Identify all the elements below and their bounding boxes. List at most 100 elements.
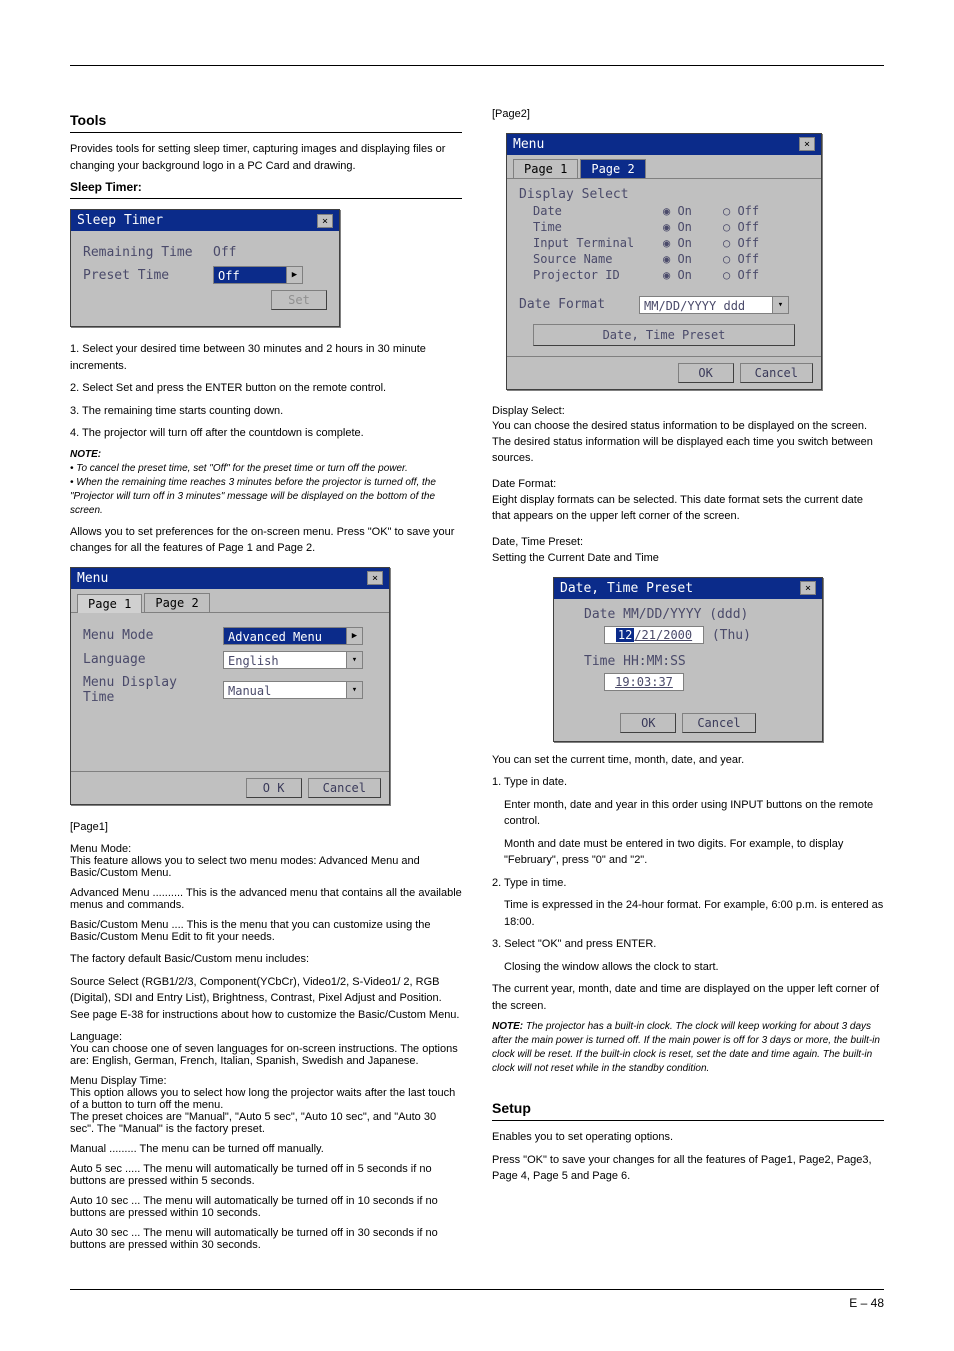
- menu-dialog-body: Menu Mode Advanced Menu ▶ Language Engli…: [71, 613, 389, 771]
- menu-mode-label: Menu Mode: [83, 628, 213, 643]
- chevron-down-icon[interactable]: ▾: [346, 652, 362, 668]
- chevron-down-icon[interactable]: ▾: [772, 297, 788, 313]
- time-input[interactable]: 19:03:37: [604, 673, 684, 691]
- chevron-right-icon[interactable]: ▶: [286, 267, 302, 283]
- sleep-dialog-titlebar: Sleep Timer ×: [71, 210, 339, 231]
- remaining-time-label: Remaining Time: [83, 245, 203, 260]
- display-select-section: Display Select: You can choose the desir…: [492, 404, 884, 468]
- radio-off[interactable]: ○ Off: [723, 268, 783, 282]
- ok-button[interactable]: OK: [678, 363, 734, 383]
- adv-menu-label: Advanced Menu ..........: [70, 887, 183, 899]
- date-month: 12: [616, 628, 634, 642]
- radio-off[interactable]: ○ Off: [723, 220, 783, 234]
- left-column: Tools Provides tools for setting sleep t…: [70, 106, 462, 1259]
- display-time-select[interactable]: Manual ▾: [223, 681, 363, 699]
- menu-tabs: Page 1 Page 2: [71, 589, 389, 613]
- dt-manual: Manual ......... The menu can be turned …: [70, 1143, 462, 1155]
- radio-off[interactable]: ○ Off: [723, 236, 783, 250]
- preset-time-row: Preset Time Off ▶: [83, 266, 327, 284]
- page-number-top: [70, 40, 884, 55]
- dtp-step-1a: 1. Type in date.: [492, 774, 884, 791]
- dtp-note-text: The projector has a built-in clock. The …: [492, 1021, 880, 1074]
- dt-manual-label: Manual .........: [70, 1143, 137, 1155]
- date-format-select[interactable]: MM/DD/YYYY ddd ▾: [639, 296, 789, 314]
- dtp-time-label: Time HH:MM:SS: [584, 654, 810, 669]
- dtp-heading: Date, Time Preset:: [492, 536, 583, 548]
- close-icon[interactable]: ×: [367, 571, 383, 585]
- ds-projid: Projector ID: [533, 268, 663, 282]
- chevron-down-icon[interactable]: ▾: [346, 682, 362, 698]
- preset-time-label: Preset Time: [83, 268, 203, 283]
- close-icon[interactable]: ×: [317, 214, 333, 228]
- menu-dialog-buttons: O K Cancel: [71, 771, 389, 804]
- tab-page1[interactable]: Page 1: [513, 159, 578, 178]
- cancel-button[interactable]: Cancel: [308, 778, 381, 798]
- cancel-button[interactable]: Cancel: [682, 713, 755, 733]
- menu-mode-select[interactable]: Advanced Menu ▶: [223, 627, 363, 645]
- setup-close: Press "OK" to save your changes for all …: [492, 1152, 884, 1185]
- sleep-timer-dialog: Sleep Timer × Remaining Time Off Preset …: [70, 209, 340, 327]
- dtp-date-row: 12/21/2000 (Thu): [604, 626, 810, 644]
- tab-page2[interactable]: Page 2: [580, 159, 645, 178]
- sleep-step-4: 4. The projector will turn off after the…: [70, 425, 462, 442]
- radio-on[interactable]: ◉ On: [663, 252, 723, 266]
- dtp-note: NOTE: The projector has a built-in clock…: [492, 1020, 884, 1076]
- cancel-button[interactable]: Cancel: [740, 363, 813, 383]
- tab-page1[interactable]: Page 1: [77, 594, 142, 613]
- dtp-para1: You can set the current time, month, dat…: [492, 752, 884, 769]
- date-format-label: Date Format: [519, 297, 629, 312]
- dtp-close: The current year, month, date and time a…: [492, 981, 884, 1014]
- set-button-row: Set: [83, 290, 327, 310]
- preset-time-value: Off: [218, 269, 240, 283]
- display-select-grid: Date Time Input Terminal Source Name Pro…: [533, 202, 809, 284]
- ds-on-col: ◉ On ◉ On ◉ On ◉ On ◉ On: [663, 202, 723, 284]
- display-time-heading: Menu Display Time:: [70, 1075, 167, 1087]
- adv-menu-item: Advanced Menu .......... This is the adv…: [70, 887, 462, 911]
- menu-mode-value: Advanced Menu: [228, 630, 322, 644]
- dtp-section: Date, Time Preset: Setting the Current D…: [492, 535, 884, 567]
- set-button[interactable]: Set: [271, 290, 327, 310]
- sleep-note-2: • When the remaining time reaches 3 minu…: [70, 477, 436, 516]
- date-input[interactable]: 12/21/2000: [604, 626, 704, 644]
- footer-rule: [70, 1289, 884, 1290]
- dt-manual-text: The menu can be turned off manually.: [140, 1143, 324, 1155]
- close-icon[interactable]: ×: [800, 581, 816, 595]
- display-select-text: You can choose the desired status inform…: [492, 420, 873, 464]
- chevron-right-icon[interactable]: ▶: [346, 628, 362, 644]
- ds-off-col: ○ Off ○ Off ○ Off ○ Off ○ Off: [723, 202, 783, 284]
- dtp-button-row: OK Cancel: [554, 707, 822, 741]
- display-time-label: Menu Display Time: [83, 675, 213, 705]
- ok-button[interactable]: O K: [246, 778, 302, 798]
- ds-source: Source Name: [533, 252, 663, 266]
- right-column: [Page2] Menu × Page 1 Page 2 Display Sel…: [492, 106, 884, 1259]
- setup-intro: Enables you to set operating options.: [492, 1129, 884, 1146]
- radio-off[interactable]: ○ Off: [723, 204, 783, 218]
- radio-on[interactable]: ◉ On: [663, 220, 723, 234]
- menu-mode-row: Menu Mode Advanced Menu ▶: [83, 627, 377, 645]
- date-format-row: Date Format MM/DD/YYYY ddd ▾: [519, 296, 809, 314]
- tools-heading: Tools: [70, 112, 462, 128]
- close-icon[interactable]: ×: [799, 137, 815, 151]
- dtp-date-label: Date MM/DD/YYYY (ddd): [584, 607, 810, 622]
- date-dow: (Thu): [712, 628, 751, 643]
- header-rule: [70, 65, 884, 66]
- radio-on[interactable]: ◉ On: [663, 204, 723, 218]
- display-time-row: Menu Display Time Manual ▾: [83, 675, 377, 705]
- radio-on[interactable]: ◉ On: [663, 236, 723, 250]
- radio-off[interactable]: ○ Off: [723, 252, 783, 266]
- menu2-body: Display Select Date Time Input Terminal …: [507, 179, 821, 356]
- date-time-preset-button[interactable]: Date, Time Preset: [533, 324, 795, 346]
- ok-button[interactable]: OK: [620, 713, 676, 733]
- dt-auto30: Auto 30 sec ... The menu will automatica…: [70, 1227, 462, 1251]
- language-heading: Language:: [70, 1031, 122, 1043]
- date-format-section: Date Format: Eight display formats can b…: [492, 477, 884, 525]
- dt-auto10: Auto 10 sec ... The menu will automatica…: [70, 1195, 462, 1219]
- sleep-timer-heading: Sleep Timer:: [70, 180, 462, 194]
- radio-on[interactable]: ◉ On: [663, 268, 723, 282]
- preset-time-select[interactable]: Off ▶: [213, 266, 303, 284]
- dt-auto5-label: Auto 5 sec .....: [70, 1163, 140, 1175]
- tab-page2[interactable]: Page 2: [144, 593, 209, 612]
- dtp-step-1b: Enter month, date and year in this order…: [504, 797, 884, 830]
- language-select[interactable]: English ▾: [223, 651, 363, 669]
- page2-heading: [Page2]: [492, 106, 884, 123]
